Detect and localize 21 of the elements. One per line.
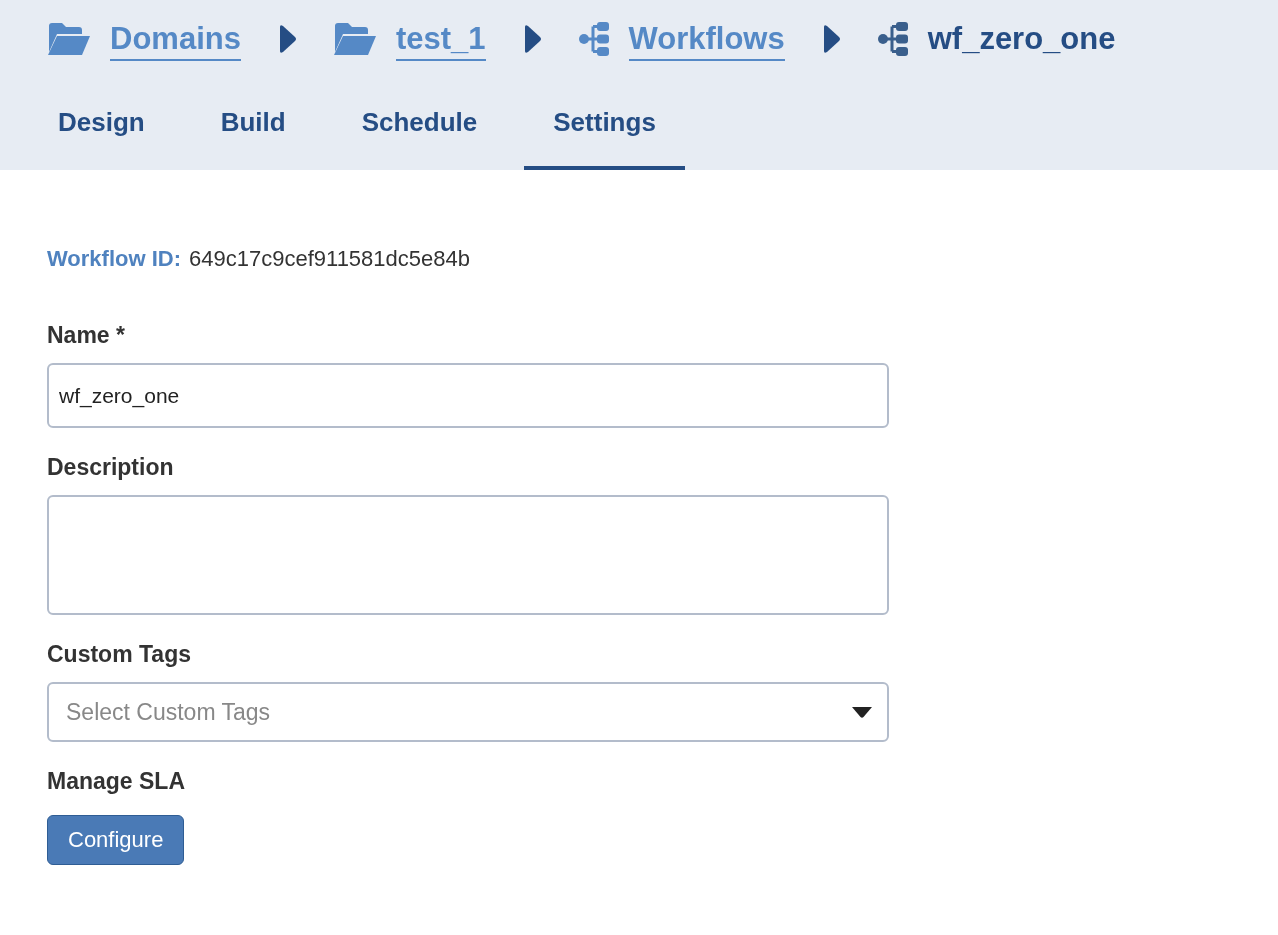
field-label: Custom Tags <box>47 641 192 668</box>
field-label: Description <box>47 454 175 481</box>
select-placeholder: Select Custom Tags <box>66 698 271 726</box>
current-page-title: wf_zero_one <box>927 21 1116 58</box>
folder-icon <box>332 22 377 56</box>
tab[interactable]: Settings <box>524 78 685 170</box>
tab[interactable]: Build <box>191 78 315 170</box>
tab[interactable]: Design <box>29 78 174 170</box>
name-input[interactable]: wf_zero_one <box>47 363 889 428</box>
custom-tags-select[interactable]: Select Custom Tags <box>47 682 889 742</box>
folder-icon <box>47 22 91 56</box>
workflow-id-value: 649c17c9cef911581dc5e84b <box>189 246 470 272</box>
tab[interactable]: Schedule <box>332 78 507 170</box>
configure-button[interactable]: Configure <box>47 815 185 865</box>
description-input[interactable] <box>47 495 889 615</box>
workflow-id-label: Workflow ID: <box>47 246 182 272</box>
field-label: Name * <box>47 322 126 349</box>
hierarchy-icon <box>876 21 909 57</box>
dropdown-caret-icon <box>851 706 873 718</box>
field-label: Manage SLA <box>47 768 187 795</box>
hierarchy-icon <box>577 21 610 57</box>
